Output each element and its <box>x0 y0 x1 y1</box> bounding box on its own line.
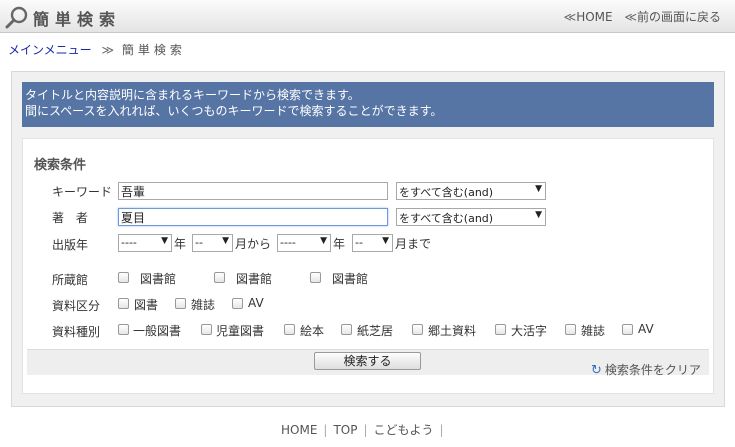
material-type-checkbox-4[interactable] <box>341 324 352 335</box>
home-link[interactable]: ≪ HOME <box>564 10 613 24</box>
material-class-option-1: 図書 <box>134 298 159 312</box>
material-type-checkbox-3[interactable] <box>284 324 295 335</box>
author-mode-select[interactable]: をすべて含む(and) ▼ <box>396 208 546 226</box>
info-line-1: タイトルと内容説明に含まれるキーワードから検索できます。 <box>25 88 360 102</box>
dropdown-arrow-icon: ▼ <box>535 184 542 194</box>
material-type-option-2: 児童図書 <box>216 324 265 338</box>
search-button[interactable]: 検索する <box>314 352 421 370</box>
to-year-select[interactable]: ---- ▼ <box>277 234 331 252</box>
library-option-3: 図書館 <box>332 272 369 286</box>
material-type-option-3: 絵本 <box>300 324 325 338</box>
keyword-input[interactable]: 吾輩 <box>118 182 388 200</box>
header-bar: 簡単検索 ≪ HOME ≪ 前の画面に戻る <box>0 0 735 33</box>
material-type-checkbox-6[interactable] <box>495 324 506 335</box>
library-option-1: 図書館 <box>140 272 177 286</box>
material-class-label: 資料区分 <box>52 299 101 313</box>
author-input[interactable]: 夏目 <box>118 208 388 226</box>
material-type-option-7: 雑誌 <box>581 324 606 338</box>
material-type-checkbox-7[interactable] <box>565 324 576 335</box>
material-class-checkbox-1[interactable] <box>118 298 129 309</box>
library-checkbox-2[interactable] <box>214 272 225 283</box>
footer-kids-link[interactable]: こどもよう <box>374 423 434 437</box>
breadcrumb-separator-icon: ≫ <box>101 43 113 57</box>
magnifier-icon <box>5 6 28 29</box>
footer-separator: | <box>439 423 444 437</box>
keyword-mode-select[interactable]: をすべて含む(and) ▼ <box>396 182 546 200</box>
footer-separator: | <box>323 423 328 437</box>
dropdown-arrow-icon: ▼ <box>222 236 229 246</box>
material-type-option-4: 紙芝居 <box>357 324 394 338</box>
breadcrumb: メインメニュー ≫ 簡単検索 <box>8 41 186 58</box>
section-title: 検索条件 <box>34 158 87 173</box>
library-label: 所蔵館 <box>52 273 89 287</box>
month-unit-2: 月まで <box>395 237 432 251</box>
refresh-icon: ↻ <box>591 363 602 378</box>
material-type-checkbox-2[interactable] <box>201 324 212 335</box>
material-type-checkbox-8[interactable] <box>622 324 633 335</box>
material-class-checkbox-3[interactable] <box>232 298 243 309</box>
to-month-select[interactable]: -- ▼ <box>352 234 393 252</box>
from-month-select[interactable]: -- ▼ <box>192 234 233 252</box>
material-type-label: 資料種別 <box>52 325 101 339</box>
dropdown-arrow-icon: ▼ <box>535 210 542 220</box>
info-line-2: 間にスペースを入れれば、いくつものキーワードで検索することができます。 <box>25 104 443 118</box>
footer-separator: | <box>363 423 368 437</box>
dropdown-arrow-icon: ▼ <box>382 236 389 246</box>
footer-nav: HOME | TOP | こどもよう | <box>281 421 450 438</box>
month-unit-1: 月から <box>235 237 272 251</box>
footer-home-link[interactable]: HOME <box>281 423 317 437</box>
back-link[interactable]: ≪ 前の画面に戻る <box>624 10 721 24</box>
material-type-checkbox-5[interactable] <box>412 324 423 335</box>
material-type-option-5: 郷土資料 <box>428 324 477 338</box>
material-class-checkbox-2[interactable] <box>175 298 186 309</box>
chevron-left-icon: ≪ <box>624 10 636 24</box>
keyword-label: キーワード <box>52 185 113 199</box>
material-type-option-8: AV <box>638 322 654 336</box>
library-checkbox-3[interactable] <box>310 272 321 283</box>
author-label: 著 者 <box>52 211 92 225</box>
pubyear-label: 出版年 <box>52 238 89 252</box>
chevron-left-icon: ≪ <box>563 10 576 24</box>
page-title: 簡単検索 <box>33 10 122 29</box>
material-type-option-6: 大活字 <box>511 324 548 338</box>
year-unit-1: 年 <box>174 237 187 251</box>
library-checkbox-1[interactable] <box>118 272 129 283</box>
material-class-option-3: AV <box>248 296 264 310</box>
clear-conditions-link[interactable]: ↻ 検索条件をクリア <box>591 361 701 378</box>
dropdown-arrow-icon: ▼ <box>161 236 168 246</box>
footer-top-link[interactable]: TOP <box>333 423 357 437</box>
material-class-option-2: 雑誌 <box>191 298 216 312</box>
year-unit-2: 年 <box>333 237 346 251</box>
material-type-checkbox-1[interactable] <box>118 324 129 335</box>
dropdown-arrow-icon: ▼ <box>320 236 327 246</box>
material-type-option-1: 一般図書 <box>133 324 182 338</box>
breadcrumb-current: 簡単検索 <box>121 43 186 57</box>
library-option-2: 図書館 <box>236 272 273 286</box>
from-year-select[interactable]: ---- ▼ <box>118 234 172 252</box>
main-menu-link[interactable]: メインメニュー <box>8 43 92 57</box>
info-banner: タイトルと内容説明に含まれるキーワードから検索できます。 間にスペースを入れれば… <box>22 82 714 127</box>
